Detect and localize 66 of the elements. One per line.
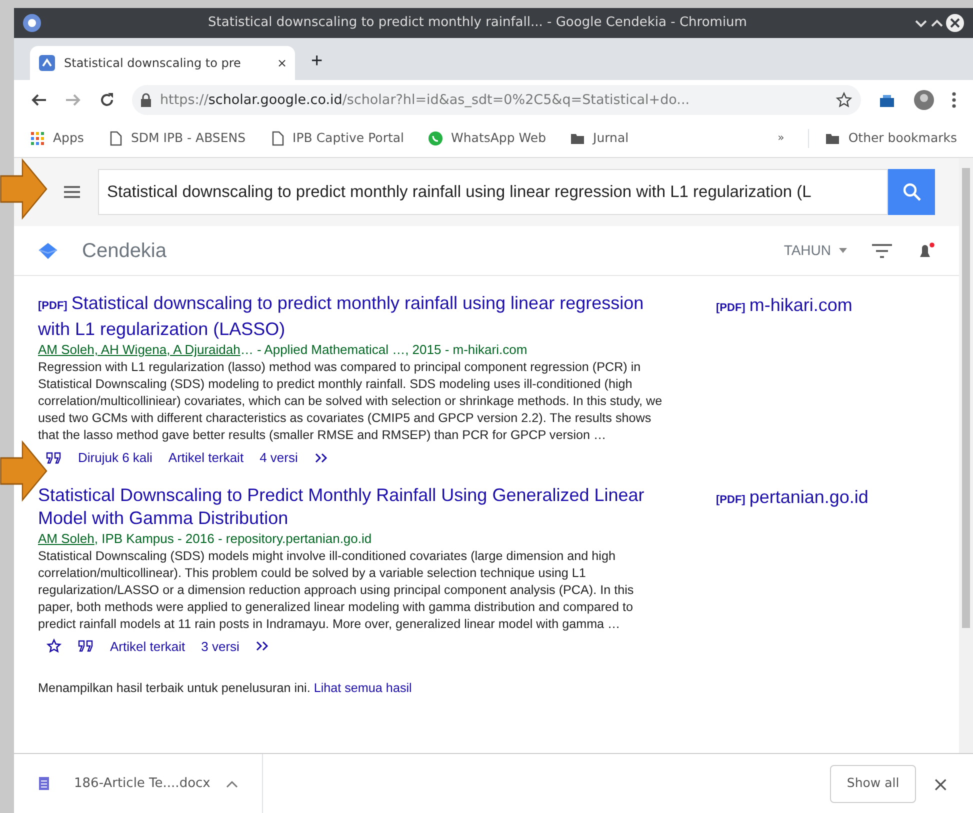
apps-grid-icon	[30, 131, 45, 146]
double-chevron-icon[interactable]	[314, 452, 330, 464]
url-text: https://scholar.google.co.id/scholar?hl=id&as_sdt=0%2C5&q=Statistical+do...	[160, 90, 691, 110]
window-title: Statistical downscaling to predict monthly rainfall... - Google Cendekia - Chromium	[207, 14, 748, 32]
pdf-source-link[interactable]: [PDF] pertanian.go.id	[716, 486, 868, 506]
reload-icon[interactable]	[98, 91, 116, 109]
search-button[interactable]	[888, 169, 935, 215]
result-action-link[interactable]: Artikel terkait	[168, 448, 244, 468]
page-favicon	[38, 54, 56, 72]
page-icon	[108, 131, 123, 146]
result-snippet: Regression with L1 regularization (lasso) method was compared to principal component regression (PCR) in Statistical Downscaling (SDS) modeling to predict monthly rainfall. SDS modeling uses ill-conditioned (high correlation/multicolliniear) covariates, which can be solved with selection or shrinkage methods. In this study, we used two GCMs with different characteristics as covariates (CMIP5 and GPCP version 2.2). The results shows that the lasso method gave better results (smaller RMSE and RMSEP) than PCR for GPCP version …	[38, 359, 664, 444]
bookmark-link[interactable]: Jurnal	[570, 129, 629, 148]
app-icon	[22, 13, 42, 33]
footer-note: Menampilkan hasil terbaik untuk penelusuran ini. Lihat semua hasil	[37, 680, 413, 697]
download-file-name: 186-Article Te....docx	[74, 774, 210, 793]
year-filter-dropdown[interactable]: TAHUN	[784, 240, 847, 261]
result-action-link[interactable]: 4 versi	[260, 448, 298, 468]
close-icon[interactable]	[945, 13, 965, 33]
search-field[interactable]: Statistical downscaling to predict monthly rainfall using linear regression with L1 regularization (L	[98, 169, 888, 215]
chat-bubble-icon	[428, 131, 443, 146]
annotation-arrow	[0, 158, 48, 220]
page-icon	[270, 131, 285, 146]
filter-icon[interactable]	[871, 242, 893, 258]
result-action-link[interactable]: 3 versi	[201, 636, 240, 656]
bookmark-link[interactable]: Apps	[30, 129, 84, 148]
browser-tab[interactable]: Statistical downscaling to pre ×	[30, 46, 295, 80]
scrollbar[interactable]	[959, 158, 973, 753]
menu-icon[interactable]	[951, 91, 957, 109]
bookmark-link[interactable]: IPB Captive Portal	[270, 129, 404, 148]
folder-icon	[825, 131, 840, 146]
download-bar-close-button[interactable]: ×	[932, 768, 949, 798]
result-title-link[interactable]: Statistical Downscaling to Predict Monthly Rainfall Using Generalized Linear Model with Gamma Distribution	[38, 484, 668, 530]
result-meta: AM Soleh, AH Wigena, A Djuraidah… - Applied Mathematical …, 2015 - m-hikari.com	[38, 341, 528, 359]
star-icon[interactable]	[835, 91, 853, 109]
pdf-source-link[interactable]: [PDF] m-hikari.com	[716, 295, 852, 315]
see-all-results-link[interactable]: Lihat semua hasil	[314, 681, 412, 695]
bookmark-link[interactable]: SDM IPB - ABSENS	[108, 129, 246, 148]
alert-bell-icon[interactable]	[917, 242, 935, 260]
document-icon	[38, 776, 50, 791]
brand-name: Cendekia	[82, 238, 168, 264]
folder-icon	[570, 131, 586, 146]
bookmark-link[interactable]: WhatsApp Web	[428, 129, 546, 148]
result-action-link[interactable]: Artikel terkait	[110, 636, 186, 656]
hamburger-menu-icon[interactable]	[62, 184, 82, 200]
star-icon[interactable]	[46, 638, 62, 654]
tab-close-button[interactable]: ×	[276, 54, 287, 72]
quote-icon[interactable]	[46, 452, 62, 464]
lock-icon	[140, 93, 152, 107]
search-icon	[902, 182, 922, 202]
bookmarks-overflow-button[interactable]: »	[778, 130, 784, 147]
scrollbar-thumb[interactable]	[962, 168, 970, 628]
result-snippet: Statistical Downscaling (SDS) models might involve ill-conditioned covariates (large dimension and high correlation/multicollinear). This problem could be solved by a variable selection technique using L1 regularization/LASSO or a dimension reduction approach using principal component analysis (PCA). In this paper, both methods were applied to generalized linear modeling with gamma distribution and compared to predict rainfall models at 11 rain posts in Indramayu. More over, generalized linear model with gamma …	[38, 548, 635, 632]
chevron-up-icon[interactable]	[226, 780, 238, 788]
profile-avatar-icon[interactable]	[913, 89, 935, 111]
new-tab-button[interactable]: +	[311, 46, 323, 76]
other-bookmarks-link[interactable]: Other bookmarks	[808, 129, 957, 148]
result-action-link[interactable]: Dirujuk 6 kali	[78, 448, 152, 468]
quote-icon[interactable]	[78, 640, 94, 652]
result-title-link[interactable]: [PDF] Statistical downscaling to predict monthly rainfall using linear regression with L1 regularization (LASSO)	[38, 292, 668, 341]
download-item[interactable]: 186-Article Te....docx	[38, 754, 264, 813]
scholar-logo-icon	[38, 242, 58, 260]
address-bar[interactable]: https://scholar.google.co.id/scholar?hl=id&as_sdt=0%2C5&q=Statistical+do...	[132, 85, 861, 115]
caret-icon	[839, 248, 847, 253]
tab-title: Statistical downscaling to pre	[64, 55, 242, 72]
result-meta: AM Soleh, IPB Kampus - 2016 - repository.pertanian.go.id	[38, 530, 373, 548]
show-all-button[interactable]: Show all	[830, 764, 916, 802]
